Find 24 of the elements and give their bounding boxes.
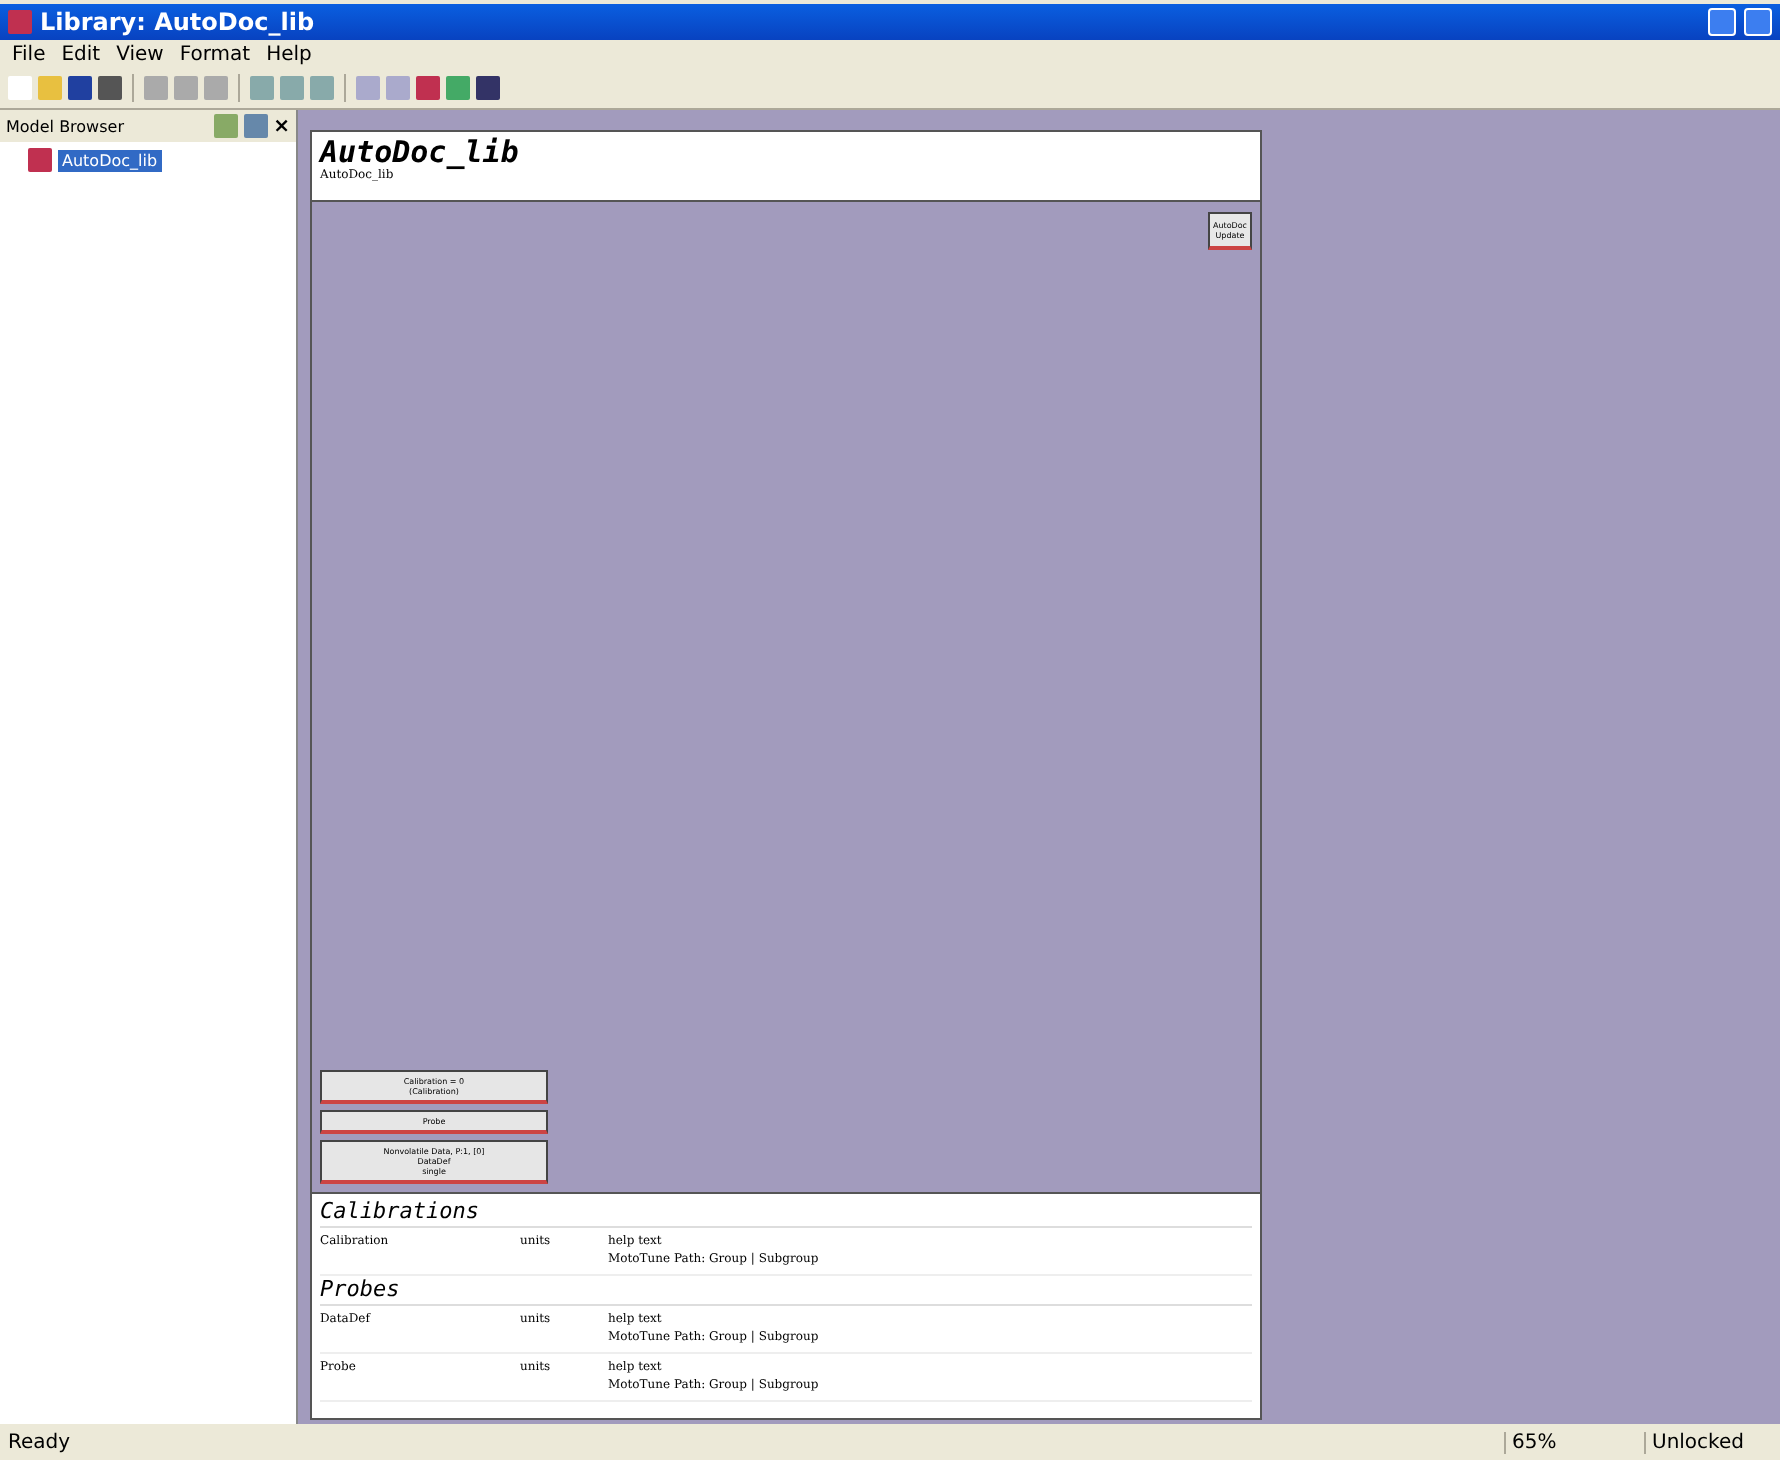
close-button[interactable]: × bbox=[273, 115, 290, 137]
menu-item[interactable]: File bbox=[12, 43, 46, 65]
panel-title: Model Browser bbox=[6, 117, 126, 135]
restore-icon[interactable] bbox=[1744, 8, 1772, 36]
library-icon bbox=[28, 148, 52, 172]
section-title: Probes bbox=[320, 1276, 1252, 1306]
menu-item[interactable]: Edit bbox=[61, 43, 101, 65]
tree-item[interactable]: AutoDoc_lib bbox=[58, 149, 162, 171]
minimize-icon[interactable] bbox=[1708, 8, 1736, 36]
section-title: Calibrations bbox=[320, 1198, 1252, 1228]
app-icon bbox=[8, 10, 32, 34]
toolbar-icon[interactable] bbox=[243, 114, 268, 138]
toolbar-icon[interactable] bbox=[476, 76, 500, 100]
toolbar-icon[interactable] bbox=[98, 76, 122, 100]
menu-item[interactable]: Help bbox=[266, 43, 312, 65]
zoom-level: 65% bbox=[1504, 1431, 1632, 1453]
window-title: Library: AutoDoc_lib bbox=[40, 8, 317, 36]
status-text: Ready bbox=[8, 1431, 73, 1453]
toolbar-icon[interactable] bbox=[213, 114, 238, 138]
lock-status: Unlocked bbox=[1644, 1431, 1772, 1453]
diagram-title: AutoDoc_lib bbox=[320, 136, 521, 168]
toolbar-icon[interactable] bbox=[68, 76, 92, 100]
menu-item[interactable]: Format bbox=[179, 43, 251, 65]
menu-item[interactable]: View bbox=[116, 43, 164, 65]
